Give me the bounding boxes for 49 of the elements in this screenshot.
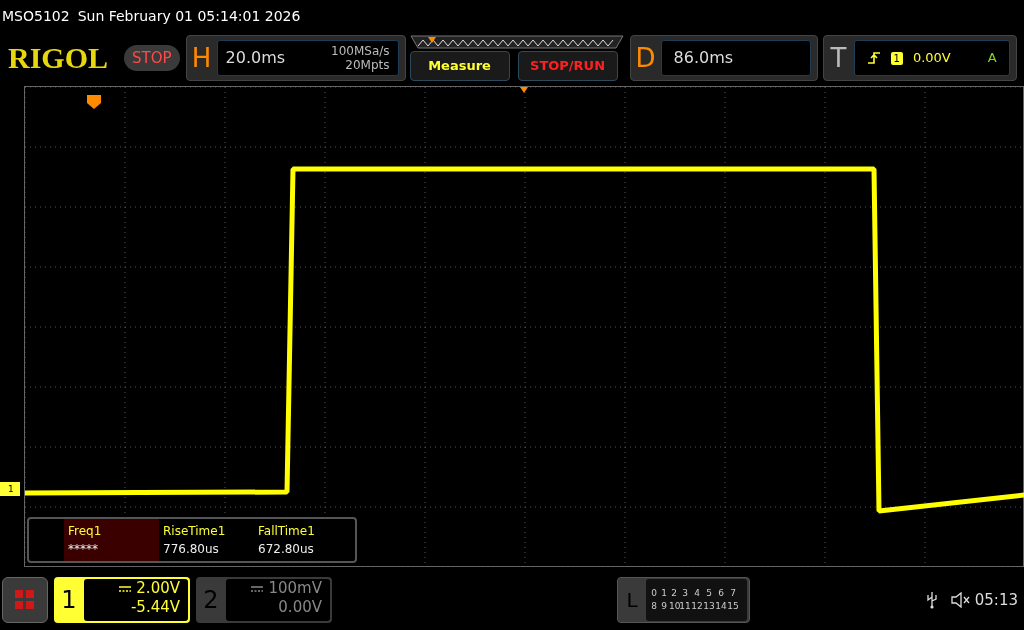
menu-button[interactable] bbox=[2, 577, 48, 623]
memory-depth: 20Mpts bbox=[345, 58, 390, 72]
digital-channel-number: 0 bbox=[650, 586, 658, 600]
digital-channel-number: 6 bbox=[717, 586, 725, 600]
usb-icon bbox=[926, 591, 937, 609]
grid-icon bbox=[15, 590, 35, 610]
clock: 05:13 bbox=[974, 589, 1018, 611]
digital-channel-number: 10 bbox=[669, 600, 679, 613]
speaker-muted-icon bbox=[950, 592, 971, 608]
channel-marker: 1 bbox=[0, 482, 20, 496]
sample-rate: 100MSa/s bbox=[331, 44, 390, 58]
timebase-value: 20.0ms bbox=[225, 47, 286, 69]
digital-channel-number: 12 bbox=[691, 600, 703, 613]
digital-channel-number: 3 bbox=[681, 586, 689, 600]
trigger-level: 0.00V bbox=[912, 49, 951, 68]
digital-channel-number: 13 bbox=[703, 600, 715, 613]
measurement-item[interactable]: FallTime1 672.80us bbox=[254, 519, 349, 561]
brand-logo: RIGOL bbox=[8, 43, 110, 73]
measure-button[interactable]: Measure bbox=[409, 51, 510, 81]
measurement-item[interactable]: Freq1 ***** bbox=[64, 519, 159, 561]
model-name: MSO5102 bbox=[2, 6, 70, 26]
trigger-position-marker-icon bbox=[520, 87, 528, 93]
measurement-item[interactable]: RiseTime1 776.80us bbox=[159, 519, 254, 561]
digital-channel-number: 11 bbox=[679, 600, 691, 613]
stop-run-button[interactable]: STOP/RUN bbox=[517, 51, 618, 81]
trigger-marker-icon bbox=[87, 95, 101, 109]
rising-edge-icon bbox=[866, 51, 881, 65]
digital-channel-number: 5 bbox=[705, 586, 713, 600]
digital-channel-number: 1 bbox=[660, 586, 668, 600]
date-time: Sun February 01 05:14:01 2026 bbox=[77, 6, 301, 26]
panel-letter: L bbox=[625, 587, 639, 614]
panel-letter: H bbox=[190, 41, 213, 75]
digital-channel-number: 2 bbox=[670, 586, 678, 600]
digital-channel-number: 15 bbox=[727, 600, 739, 613]
panel-letter: D bbox=[634, 41, 657, 75]
digital-channel-number: 9 bbox=[660, 600, 668, 613]
dc-coupling-icon bbox=[119, 585, 132, 592]
run-state-badge: STOP bbox=[124, 44, 180, 72]
digital-channel-number: 4 bbox=[693, 586, 701, 600]
digital-channel-number: 14 bbox=[715, 600, 727, 613]
panel-letter: T bbox=[829, 41, 848, 75]
dc-coupling-icon bbox=[251, 585, 264, 592]
trigger-mode: A bbox=[987, 49, 997, 68]
channel-button[interactable]: 1 2.00V -5.44V bbox=[54, 577, 190, 623]
delay-value: 86.0ms bbox=[673, 47, 734, 69]
trigger-source: 1 bbox=[890, 51, 903, 65]
digital-channel-number: 7 bbox=[729, 586, 737, 600]
channel-button[interactable]: 2 100mV 0.00V bbox=[196, 577, 332, 623]
digital-channel-number: 8 bbox=[650, 600, 658, 613]
